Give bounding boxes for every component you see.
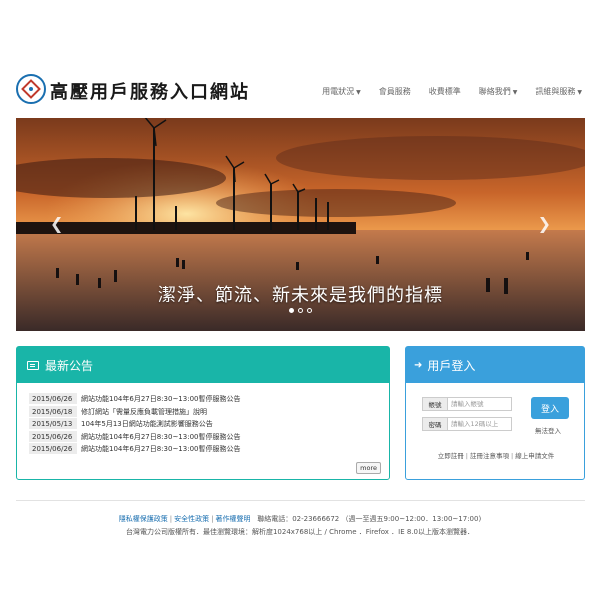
- chevron-left-icon[interactable]: ❮: [50, 214, 63, 233]
- privacy-policy-link[interactable]: 隱私權保護政策: [119, 515, 168, 523]
- announcement-date: 2015/06/26: [29, 430, 77, 443]
- newspaper-icon: [27, 360, 39, 370]
- online-forms-link[interactable]: 線上申請文件: [515, 452, 554, 460]
- list-item[interactable]: 2015/05/13 104年5月13日網站功能測試影響服務公告: [29, 418, 379, 431]
- caret-down-icon: ▼: [577, 89, 582, 96]
- site-header: 高壓用戶服務入口網站 用電狀況 ▼ 會員服務 收費標準 聯絡我們 ▼ 訊維與服務 ▼: [0, 0, 600, 118]
- nav-item-power-status[interactable]: 用電狀況 ▼: [322, 86, 361, 97]
- chevron-right-icon[interactable]: ❯: [538, 214, 551, 233]
- contact-phone: 聯絡電話：02-23666672 （週一至週五9:00~12:00．13:00~…: [257, 515, 482, 523]
- taipower-logo-icon[interactable]: [16, 74, 46, 104]
- account-label: 帳號: [422, 397, 448, 411]
- announcement-list: 2015/06/26 網站功能104年6月27日8:30~13:00暫停服務公告 …: [29, 393, 379, 456]
- announcement-link[interactable]: 網站功能104年6月27日8:30~13:00暫停服務公告: [77, 444, 240, 454]
- announcement-link[interactable]: 修訂網站「需量反應負載管理措施」說明: [77, 407, 207, 417]
- announcement-link[interactable]: 網站功能104年6月27日8:30~13:00暫停服務公告: [77, 432, 240, 442]
- password-input[interactable]: 請輸入12碼以上: [448, 417, 512, 431]
- nav-item-services[interactable]: 訊維與服務 ▼: [535, 86, 582, 97]
- announcement-date: 2015/05/13: [29, 418, 77, 431]
- carousel-indicators: [16, 308, 585, 313]
- password-label: 密碼: [422, 417, 448, 431]
- announcements-title: 最新公告: [45, 358, 94, 373]
- login-header: ➜ 用戶登入: [406, 347, 584, 383]
- announcement-date: 2015/06/26: [29, 393, 77, 406]
- register-link[interactable]: 立即註冊: [438, 452, 464, 460]
- nav-item-rates[interactable]: 收費標準: [429, 86, 461, 97]
- more-button[interactable]: more: [356, 462, 381, 474]
- footer-notice: 台灣電力公司版權所有．最佳瀏覽環境：解析度1024x768以上 / Chrome…: [125, 528, 475, 536]
- announcements-header: 最新公告: [17, 347, 389, 383]
- register-notes-link[interactable]: 註冊注意事項: [470, 452, 509, 460]
- announcement-link[interactable]: 104年5月13日網站功能測試影響服務公告: [77, 419, 213, 429]
- main-nav: 用電狀況 ▼ 會員服務 收費標準 聯絡我們 ▼ 訊維與服務 ▼: [322, 86, 582, 97]
- announcements-panel: 最新公告 2015/06/26 網站功能104年6月27日8:30~13:00暫停…: [16, 346, 390, 480]
- caret-down-icon: ▼: [356, 89, 361, 96]
- login-title: 用戶登入: [427, 358, 476, 373]
- sign-in-icon: ➜: [414, 359, 423, 371]
- announcement-link[interactable]: 網站功能104年6月27日8:30~13:00暫停服務公告: [77, 394, 240, 404]
- footer-links: 隱私權保護政策 | 安全性政策 | 著作權聲明 聯絡電話：02-23666672 （週一…: [118, 515, 482, 523]
- account-row: 帳號 請輸入帳號: [422, 397, 512, 411]
- carousel-dot[interactable]: [298, 308, 303, 313]
- login-links: 立即註冊 | 註冊注意事項 | 線上申請文件: [437, 452, 555, 460]
- nav-item-member-services[interactable]: 會員服務: [379, 86, 411, 97]
- hero-carousel[interactable]: ❮ ❯ 潔淨、節流、新未來是我們的指標: [16, 118, 585, 331]
- password-row: 密碼 請輸入12碼以上: [422, 417, 512, 431]
- carousel-dot[interactable]: [289, 308, 294, 313]
- list-item[interactable]: 2015/06/26 網站功能104年6月27日8:30~13:00暫停服務公告: [29, 443, 379, 456]
- security-policy-link[interactable]: 安全性政策: [174, 515, 209, 523]
- nav-item-contact[interactable]: 聯絡我們 ▼: [479, 86, 518, 97]
- cannot-login-link[interactable]: 無法登入: [535, 425, 561, 435]
- footer-divider: [16, 500, 585, 501]
- list-item[interactable]: 2015/06/18 修訂網站「需量反應負載管理措施」說明: [29, 405, 379, 419]
- account-input[interactable]: 請輸入帳號: [448, 397, 512, 411]
- site-title[interactable]: 高壓用戶服務入口網站: [50, 78, 250, 104]
- copyright-link[interactable]: 著作權聲明: [216, 515, 251, 523]
- announcement-date: 2015/06/18: [29, 405, 77, 418]
- login-button[interactable]: 登入: [531, 397, 569, 419]
- announcement-date: 2015/06/26: [29, 443, 77, 456]
- carousel-dot[interactable]: [307, 308, 312, 313]
- list-item[interactable]: 2015/06/26 網站功能104年6月27日8:30~13:00暫停服務公告: [29, 430, 379, 444]
- banner-slogan: 潔淨、節流、新未來是我們的指標: [158, 285, 443, 306]
- caret-down-icon: ▼: [512, 89, 518, 96]
- list-item[interactable]: 2015/06/26 網站功能104年6月27日8:30~13:00暫停服務公告: [29, 393, 379, 406]
- login-panel: ➜ 用戶登入 帳號 請輸入帳號 密碼 請輸入12碼以上 登入 無法登入 立即註冊…: [405, 346, 585, 480]
